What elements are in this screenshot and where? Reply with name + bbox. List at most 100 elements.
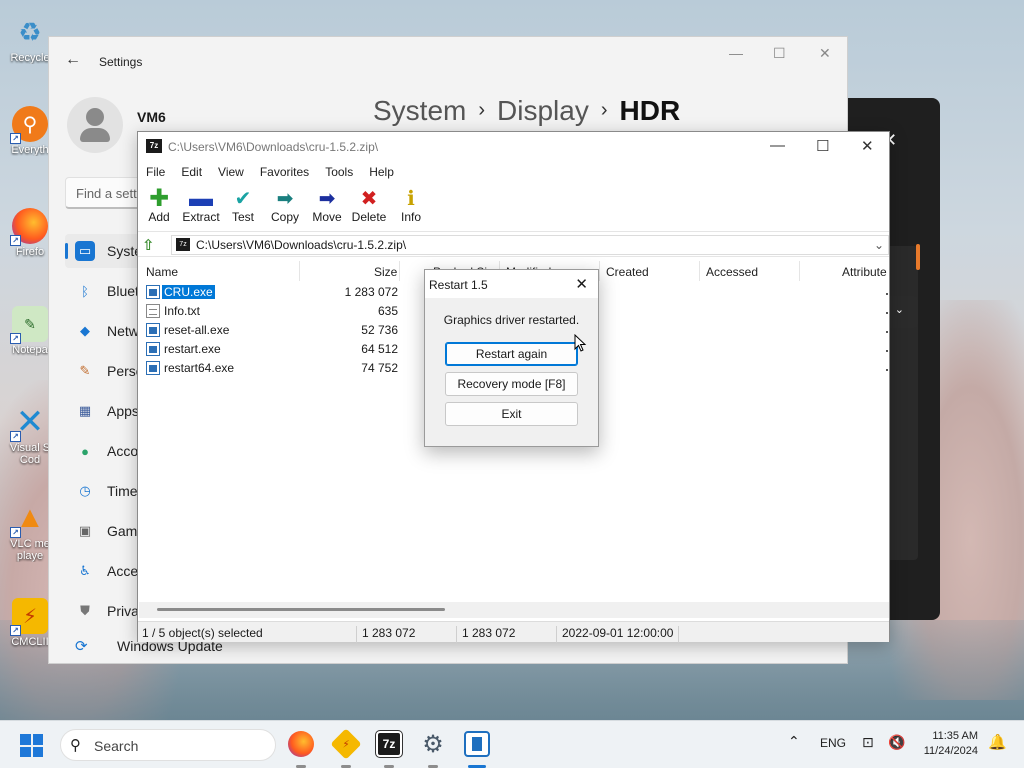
nav-label: Apps xyxy=(107,403,139,419)
network-disconnected-icon[interactable]: ⊡ xyxy=(862,734,874,751)
column-created[interactable]: Created xyxy=(606,265,649,279)
menu-edit[interactable]: Edit xyxy=(173,162,210,182)
settings-gear-icon[interactable]: ⚙ xyxy=(420,731,446,758)
delete-icon: ✖ xyxy=(360,188,378,210)
nav-item-time-language[interactable]: ◷ Time xyxy=(65,474,145,508)
menu-favorites[interactable]: Favorites xyxy=(252,162,317,182)
delete-button[interactable]: ✖ Delete xyxy=(347,188,391,224)
nav-item-bluetooth[interactable]: ᛒ Bluet xyxy=(65,274,145,308)
test-label: Test xyxy=(231,210,254,224)
horizontal-scrollbar[interactable] xyxy=(139,602,889,618)
breadcrumb-display[interactable]: Display xyxy=(497,95,589,126)
exe-file-icon xyxy=(146,323,160,337)
test-button[interactable]: ✔ Test xyxy=(221,188,265,224)
column-attributes[interactable]: Attribute xyxy=(842,265,887,279)
start-button[interactable] xyxy=(20,734,43,757)
menu-file[interactable]: File xyxy=(138,162,173,182)
address-input[interactable]: 7z C:\Users\VM6\Downloads\cru-1.5.2.zip\… xyxy=(171,235,889,255)
taskbar-search[interactable]: ⚲ Search xyxy=(60,729,276,761)
scrollbar-thumb[interactable] xyxy=(157,608,445,611)
move-label: Move xyxy=(312,210,342,224)
menu-view[interactable]: View xyxy=(210,162,252,182)
firefox-icon[interactable] xyxy=(288,731,314,757)
language-indicator[interactable]: ENG xyxy=(820,736,846,750)
breadcrumb-system[interactable]: System xyxy=(373,95,466,126)
maximize-icon[interactable]: ☐ xyxy=(816,137,829,155)
exit-button[interactable]: Exit xyxy=(445,402,578,426)
copy-icon: ➡ xyxy=(276,188,294,210)
status-modified: 2022-09-01 12:00:00 xyxy=(562,626,674,640)
menu-help[interactable]: Help xyxy=(361,162,402,182)
minimize-icon[interactable]: — xyxy=(770,137,785,154)
nav-item-accessibility[interactable]: ♿ Acce xyxy=(65,554,145,588)
nav-item-system[interactable]: ▭ Syste xyxy=(65,234,145,268)
settings-title: Settings xyxy=(99,55,143,69)
file-size: 74 752 xyxy=(361,361,398,375)
add-button[interactable]: ✚ Add xyxy=(137,185,181,225)
menu-tools[interactable]: Tools xyxy=(317,162,361,182)
file-row[interactable]: restart.exe 64 512 xyxy=(138,340,398,359)
avatar[interactable] xyxy=(67,97,123,153)
info-icon: ℹ xyxy=(407,188,415,210)
nav-item-apps[interactable]: ▦ Apps xyxy=(65,394,145,428)
info-button[interactable]: ℹ Info xyxy=(389,188,433,224)
nav-label: Acce xyxy=(107,563,139,579)
add-label: Add xyxy=(148,210,170,224)
search-icon: ⚲ xyxy=(70,737,81,754)
firefox-icon: ↗ xyxy=(10,208,48,246)
everything-search-icon: ⚲ ↗ xyxy=(10,106,48,144)
close-icon[interactable]: ✕ xyxy=(575,275,588,293)
cmclient-icon[interactable]: ⚡ xyxy=(330,728,362,760)
add-icon: ✚ xyxy=(148,185,170,212)
time-language-icon: ◷ xyxy=(79,483,91,498)
file-name: reset-all.exe xyxy=(164,323,230,337)
7zip-icon[interactable]: 7z xyxy=(375,730,403,758)
file-row[interactable]: Info.txt 635 xyxy=(138,302,398,321)
clock-time: 11:35 AM xyxy=(932,730,978,742)
column-size[interactable]: Size xyxy=(374,265,397,279)
back-arrow-icon[interactable]: ← xyxy=(65,51,81,69)
status-size: 1 283 072 xyxy=(362,626,416,640)
notification-bell-icon[interactable]: 🔔 xyxy=(988,733,1007,751)
nav-item-personalization[interactable]: ✎ Perso xyxy=(65,354,145,388)
text-file-icon xyxy=(146,304,160,318)
chevron-down-icon[interactable]: ⌄ xyxy=(874,238,884,252)
clock-date: 11/24/2024 xyxy=(923,745,978,757)
vscode-icon: ✕ ↗ xyxy=(10,403,48,442)
dialog-message: Graphics driver restarted. xyxy=(443,313,580,327)
column-accessed[interactable]: Accessed xyxy=(706,265,758,279)
maximize-icon[interactable]: ☐ xyxy=(773,45,786,62)
file-row[interactable]: reset-all.exe 52 736 xyxy=(138,321,398,340)
restart-again-button[interactable]: Restart again xyxy=(445,342,578,366)
personalization-icon: ✎ xyxy=(79,363,91,378)
file-name: Info.txt xyxy=(164,304,201,318)
clock[interactable]: 11:35 AM 11/24/2024 xyxy=(914,729,978,759)
address-path: C:\Users\VM6\Downloads\cru-1.5.2.zip\ xyxy=(196,238,407,252)
minimize-icon[interactable]: — xyxy=(729,45,743,61)
close-icon[interactable]: ✕ xyxy=(819,45,831,62)
copy-button[interactable]: ➡ Copy xyxy=(263,188,307,224)
nav-item-network[interactable]: ◆ Netw xyxy=(65,314,145,348)
apps-icon: ▦ xyxy=(78,403,92,418)
nav-item-privacy[interactable]: ⛊ Priva xyxy=(65,594,145,628)
address-bar: ⇧ 7z C:\Users\VM6\Downloads\cru-1.5.2.zi… xyxy=(138,233,889,257)
cru-icon[interactable] xyxy=(464,731,490,757)
nav-item-gaming[interactable]: ▣ Gam xyxy=(65,514,145,548)
delete-label: Delete xyxy=(351,210,387,224)
column-name[interactable]: Name xyxy=(146,265,178,279)
mouse-cursor-icon xyxy=(574,334,587,352)
dialog-title: Restart 1.5 xyxy=(429,278,488,292)
recovery-mode-button[interactable]: Recovery mode [F8] xyxy=(445,372,578,396)
move-icon: ➡ xyxy=(318,188,336,210)
up-folder-icon[interactable]: ⇧ xyxy=(142,236,160,254)
chevron-up-icon[interactable]: ⌃ xyxy=(788,733,800,750)
nav-item-accounts[interactable]: ● Acco xyxy=(65,434,145,468)
file-row[interactable]: restart64.exe 74 752 xyxy=(138,359,398,378)
cmclient-icon: ⚡ ↗ xyxy=(10,598,48,636)
volume-muted-icon[interactable]: 🔇 xyxy=(888,734,905,751)
move-button[interactable]: ➡ Move xyxy=(305,188,349,224)
exe-file-icon xyxy=(146,342,160,356)
close-icon[interactable]: ✕ xyxy=(861,137,874,155)
extract-button[interactable]: ▬ Extract xyxy=(179,187,223,225)
file-row[interactable]: CRU.exe 1 283 072 xyxy=(138,283,398,302)
